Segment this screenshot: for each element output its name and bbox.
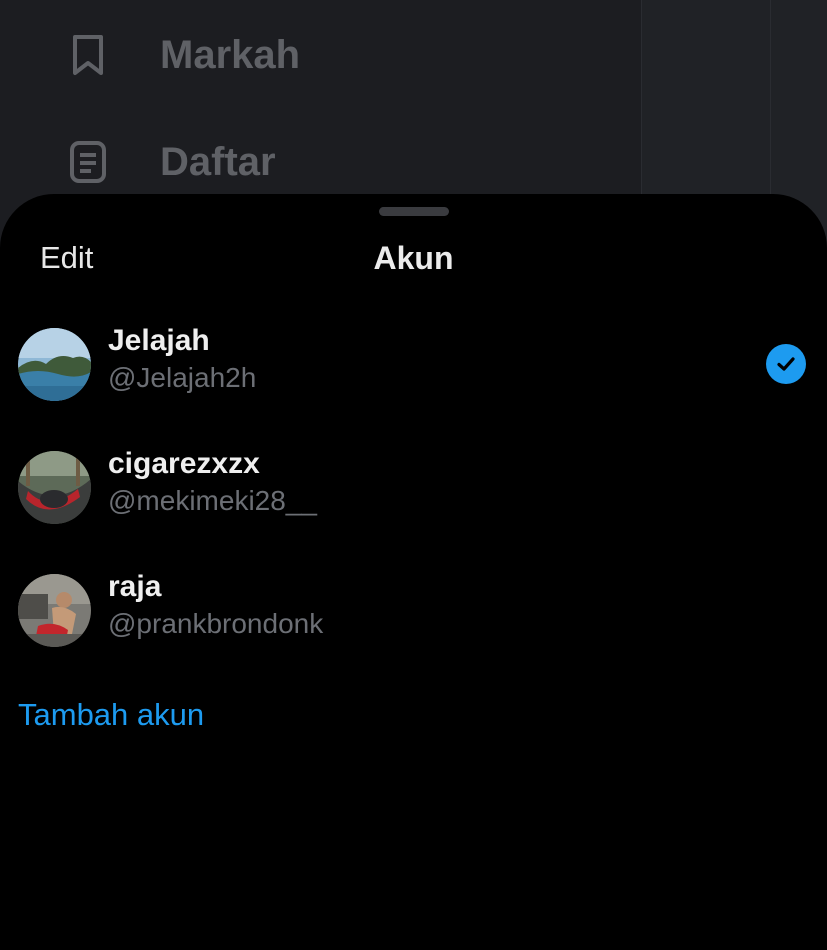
avatar [18, 451, 91, 524]
account-item-raja[interactable]: raja @prankbrondonk [18, 570, 818, 650]
account-name: cigarezxzx [108, 447, 260, 480]
avatar [18, 328, 91, 401]
bookmark-icon [68, 33, 108, 77]
account-switcher-sheet: Edit Akun Jelajah @Jelajah2h cigarezxzx … [0, 194, 827, 950]
checkmark-icon [766, 344, 806, 384]
nav-item-label: Daftar [160, 139, 276, 184]
account-item-cigarezxzx[interactable]: cigarezxzx @mekimeki28__ [18, 447, 818, 527]
nav-item-label: Markah [160, 32, 301, 77]
sheet-title: Akun [373, 240, 454, 276]
account-handle: @Jelajah2h [108, 362, 257, 393]
account-handle: @mekimeki28__ [108, 485, 317, 516]
account-handle: @prankbrondonk [108, 608, 324, 639]
account-item-jelajah[interactable]: Jelajah @Jelajah2h [18, 324, 818, 404]
nav-item-bookmarks: Markah [68, 30, 300, 80]
account-name: raja [108, 570, 162, 603]
add-account-link[interactable]: Tambah akun [18, 697, 204, 733]
account-name: Jelajah [108, 324, 210, 357]
avatar [18, 574, 91, 647]
nav-item-lists: Daftar [68, 137, 276, 187]
list-icon [68, 140, 108, 184]
sheet-drag-handle[interactable] [379, 207, 449, 216]
